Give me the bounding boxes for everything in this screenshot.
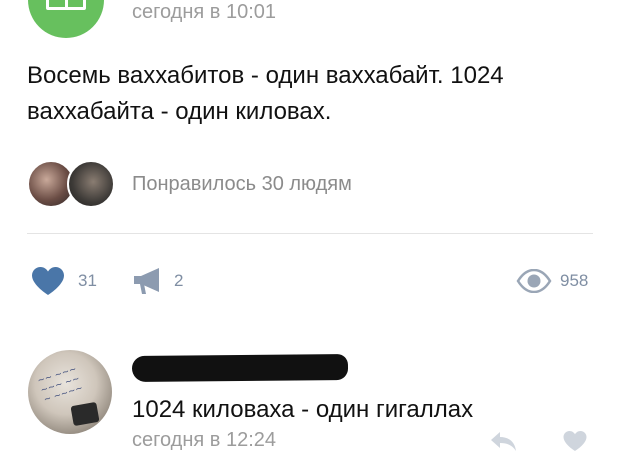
reply-arrow-icon [491,432,516,451]
heart-icon [32,267,64,295]
reply-button[interactable] [488,429,518,458]
eye-icon [516,269,552,293]
views-counter: 958 [516,266,588,296]
repost-button[interactable]: 2 [132,266,183,296]
megaphone-icon [134,268,159,294]
views-count: 958 [560,271,589,290]
post-timestamp: сегодня в 10:01 [132,1,276,23]
book-icon [46,0,86,10]
commenter-name-redacted [131,354,349,382]
avatar-device [70,401,100,427]
comment-like-button[interactable] [562,430,588,457]
comment-timestamp: сегодня в 12:24 [132,429,276,451]
group-avatar[interactable] [28,0,104,38]
post-text: Восемь ваххабитов - один ваххабайт. 1024… [27,62,504,125]
comment-text: 1024 киловаха - один гигаллах [132,396,474,423]
avatar-handwriting: ~~ ~~~ ~~~ ~~ ~ ~~~~ [36,364,85,406]
liker-avatar[interactable] [67,160,115,208]
commenter-avatar[interactable]: ~~ ~~~ ~~~ ~~ ~ ~~~~ [28,350,112,434]
likers-avatars[interactable] [27,160,127,210]
liked-by-text[interactable]: Понравилось 30 людям [132,172,352,196]
divider [27,233,593,234]
like-button[interactable]: 31 [30,266,97,296]
likes-count: 31 [78,271,97,290]
heart-outline-icon [563,431,587,451]
reposts-count: 2 [174,271,184,290]
